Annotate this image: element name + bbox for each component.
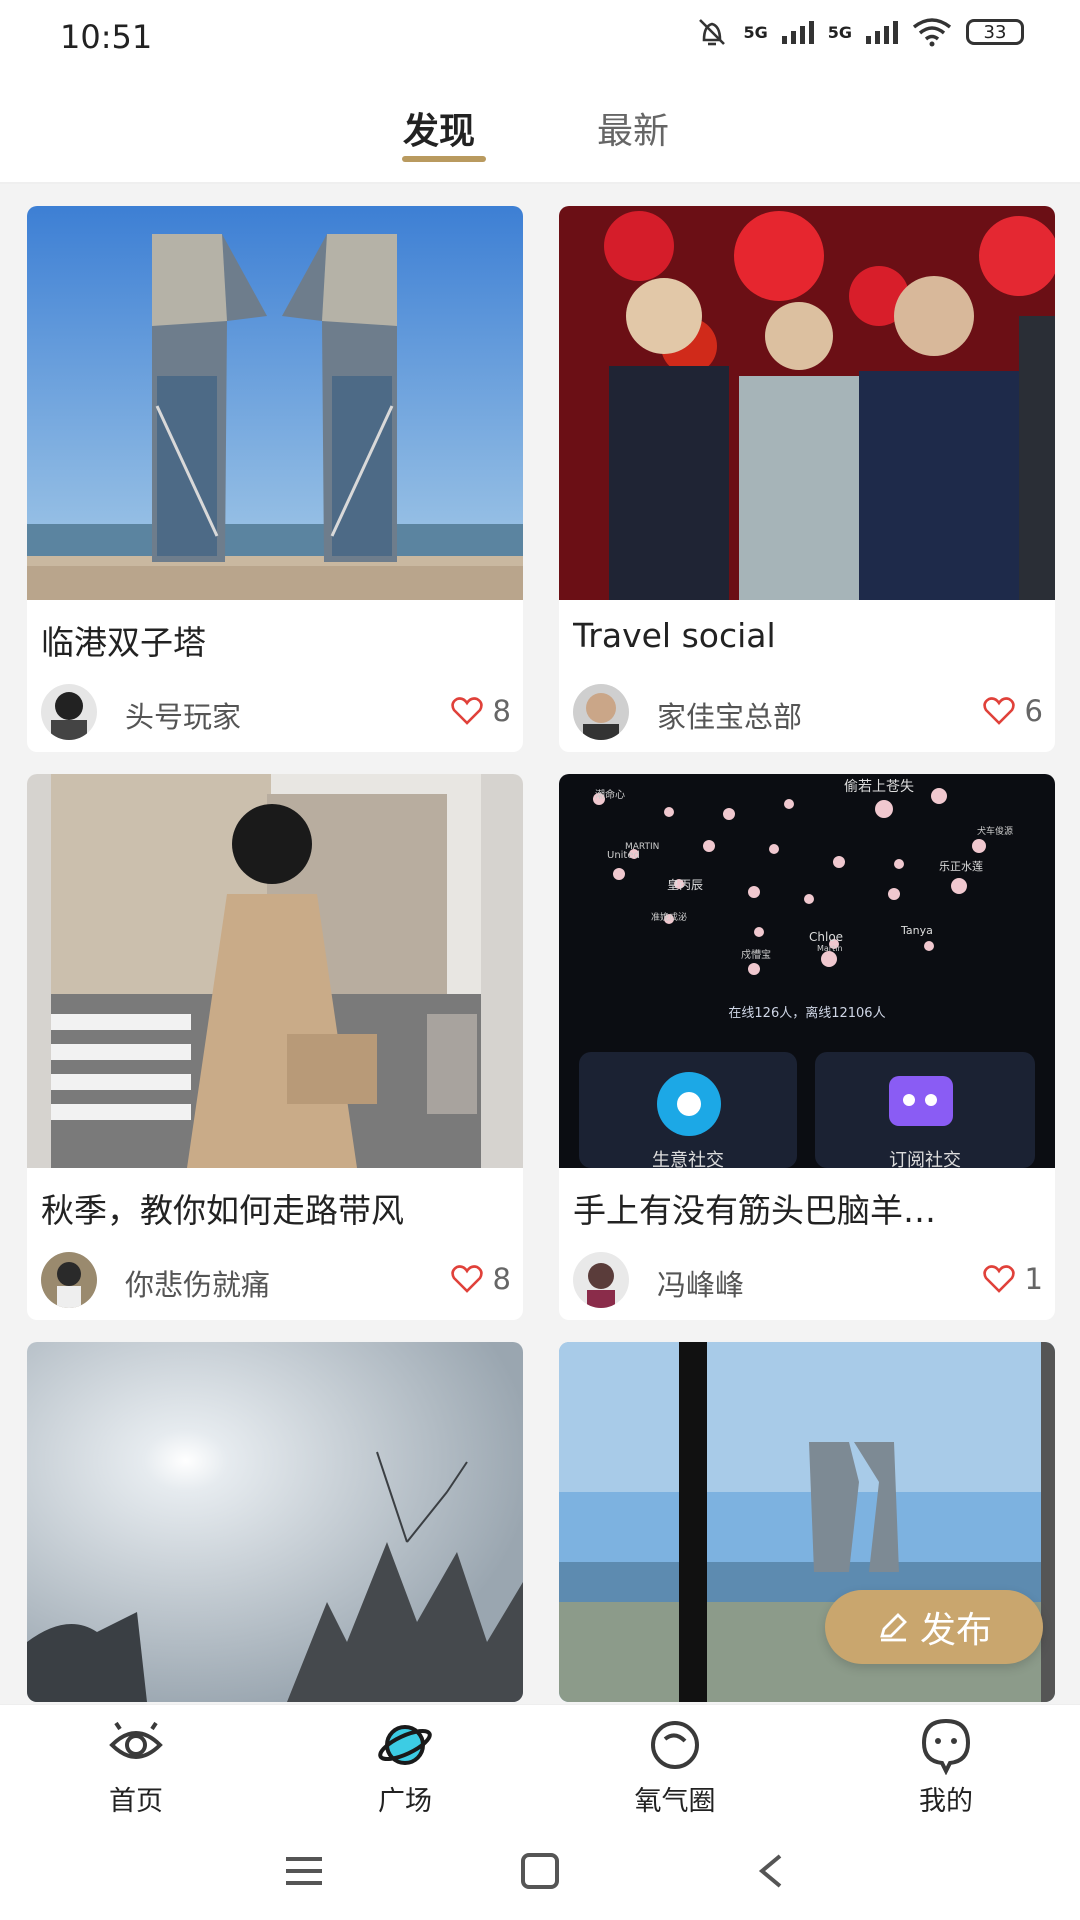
edit-pencil-icon: [880, 1613, 907, 1642]
image-button-label: 生意社交: [652, 1150, 724, 1168]
post-image-twin-towers[interactable]: [27, 206, 523, 600]
tab-latest[interactable]: 最新: [597, 102, 669, 154]
heart-icon: [982, 697, 1015, 725]
planet-icon: [378, 1725, 432, 1765]
image-label-name: 偷若上苍失: [844, 779, 914, 795]
nav-square[interactable]: 广场: [325, 1705, 485, 1831]
post-meta: 你悲伤就痛 8: [41, 1252, 511, 1308]
top-tabs: 发现 最新: [0, 92, 1080, 182]
post-image-sky[interactable]: [27, 1342, 523, 1702]
status-icons: 5G 5G 33: [695, 16, 1024, 48]
post-title: 临港双子塔: [41, 623, 206, 662]
image-label-name: 戍懵宝: [741, 950, 771, 961]
post-meta: 冯峰峰 1: [573, 1252, 1043, 1308]
like-count: 8: [492, 694, 511, 728]
publish-label: 发布: [919, 1610, 992, 1651]
author-name[interactable]: 冯峰峰: [657, 1262, 744, 1304]
eye-icon: [109, 1721, 163, 1759]
post-card[interactable]: 秋季，教你如何走路带风 你悲伤就痛 8: [27, 774, 523, 1320]
heart-icon: [450, 1265, 483, 1293]
like-count: 1: [1024, 1262, 1043, 1296]
author-name[interactable]: 家佳宝总部: [657, 694, 802, 736]
nav-oxygen-circle[interactable]: 氧气圈: [595, 1705, 755, 1831]
like-button[interactable]: 8: [450, 694, 511, 728]
post-card[interactable]: [27, 1342, 523, 1702]
nav-label: 我的: [919, 1786, 973, 1817]
image-label-name: Tanya: [901, 924, 933, 937]
post-card[interactable]: 临港双子塔 头号玩家 8: [27, 206, 523, 752]
battery-indicator: 33: [966, 19, 1024, 45]
silent-bell-icon: [699, 19, 726, 46]
author-name[interactable]: 头号玩家: [125, 694, 241, 736]
post-card[interactable]: Travel social 家佳宝总部 6: [559, 206, 1055, 752]
avatar[interactable]: [573, 684, 629, 740]
network-5g-label-2: 5G: [827, 22, 852, 42]
back-icon[interactable]: [756, 1852, 786, 1890]
nav-label: 首页: [109, 1786, 163, 1817]
author-name[interactable]: 你悲伤就痛: [125, 1262, 270, 1304]
signal-icon-1: [781, 21, 814, 44]
wifi-icon: [912, 18, 952, 47]
post-image-group-photo[interactable]: [559, 206, 1055, 600]
nav-home[interactable]: 首页: [56, 1705, 216, 1831]
battery-level: 33: [983, 21, 1007, 43]
nav-label: 广场: [378, 1786, 432, 1817]
post-meta: 头号玩家 8: [41, 684, 511, 740]
status-time: 10:51: [60, 18, 153, 56]
post-title: 手上有没有筋头巴脑羊…: [573, 1191, 936, 1230]
post-meta: 家佳宝总部 6: [573, 684, 1043, 740]
post-image-street-fashion[interactable]: [27, 774, 523, 1168]
post-card[interactable]: 偷若上苍失 潮命心 MARTIN United 皇丙辰 乐正水莲 犬车俊源 Ch…: [559, 774, 1055, 1320]
menu-icon[interactable]: [284, 1854, 324, 1888]
system-nav-bar: [0, 1830, 1080, 1920]
publish-button[interactable]: 发布: [825, 1590, 1043, 1664]
chat-face-icon: [921, 1718, 971, 1775]
network-5g-label-1: 5G: [743, 22, 768, 42]
like-count: 6: [1024, 694, 1043, 728]
active-tab-indicator: [402, 156, 486, 162]
signal-icon-2: [866, 21, 898, 44]
nav-mine[interactable]: 我的: [866, 1705, 1026, 1831]
image-label-name: 乐正水莲: [939, 860, 983, 873]
image-label-name: 准娩成泌: [651, 913, 688, 923]
image-online-count: 在线126人，离线12106人: [728, 1006, 886, 1021]
post-title: 秋季，教你如何走路带风: [41, 1191, 404, 1230]
image-label-name: 潮命心: [595, 790, 625, 801]
image-button-label: 订阅社交: [889, 1150, 961, 1168]
bottom-nav: 首页 广场 氧气圈 我的: [0, 1704, 1080, 1831]
image-label-name: 犬车俊源: [977, 827, 1014, 837]
image-label-name: Chloe: [809, 930, 844, 944]
avatar[interactable]: [41, 1252, 97, 1308]
tab-discover[interactable]: 发现: [403, 102, 475, 154]
post-image-app-screenshot[interactable]: 偷若上苍失 潮命心 MARTIN United 皇丙辰 乐正水莲 犬车俊源 Ch…: [559, 774, 1055, 1168]
like-button[interactable]: 1: [982, 1262, 1043, 1296]
nav-label: 氧气圈: [634, 1786, 716, 1817]
image-label-name: 皇丙辰: [667, 878, 704, 892]
post-title: Travel social: [573, 616, 776, 655]
image-label-name: United: [607, 850, 640, 861]
avatar[interactable]: [573, 1252, 629, 1308]
post-feed[interactable]: 临港双子塔 头号玩家 8 Travel social 家佳宝总部 6 秋季，教你…: [0, 184, 1080, 1704]
circle-icon: [651, 1721, 699, 1769]
status-bar: 10:51 5G 5G 33: [0, 0, 1080, 80]
like-button[interactable]: 6: [982, 694, 1043, 728]
heart-icon: [450, 697, 483, 725]
avatar[interactable]: [41, 684, 97, 740]
heart-icon: [982, 1265, 1015, 1293]
home-square-icon[interactable]: [520, 1852, 560, 1890]
like-button[interactable]: 8: [450, 1262, 511, 1296]
like-count: 8: [492, 1262, 511, 1296]
image-label-name: Martin: [817, 944, 843, 953]
